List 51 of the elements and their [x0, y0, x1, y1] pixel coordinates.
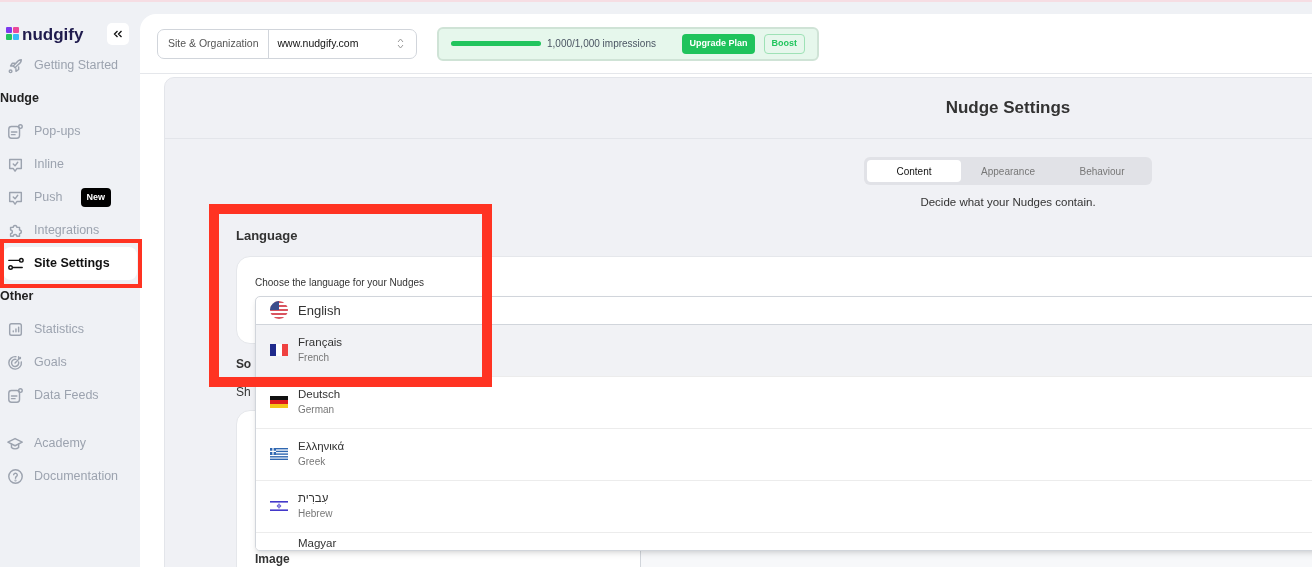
france-flag-icon	[270, 344, 288, 357]
tab[interactable]: Content	[867, 160, 961, 182]
site-selector[interactable]: Site & Organization www.nudgify.com	[157, 28, 417, 59]
double-chevron-left-icon	[113, 30, 123, 38]
impressions-count: 1,000/1,000 impressions	[547, 37, 656, 51]
section-heading: Other	[0, 288, 35, 306]
collapse-button[interactable]	[107, 23, 129, 45]
field-label: Choose the language for your Nudges	[255, 275, 425, 290]
tab[interactable]: Appearance	[961, 160, 1055, 182]
rocket-icon	[7, 57, 24, 74]
graduation-cap-icon	[7, 435, 24, 452]
note-icon	[7, 387, 24, 404]
target-icon	[7, 354, 24, 371]
sidebar-item[interactable]: Goals	[3, 346, 137, 379]
language-option[interactable]: Ελληνικά Greek	[256, 428, 1312, 481]
new-badge: New	[80, 187, 111, 208]
sidebar-item[interactable]: Getting Started	[3, 49, 137, 82]
sidebar-item[interactable]: Push New	[3, 181, 137, 214]
sidebar-item[interactable]: Site Settings	[3, 247, 137, 280]
section-description: Sh	[236, 383, 251, 400]
sidebar-item[interactable]: Integrations	[3, 214, 137, 247]
selected-language[interactable]: English	[256, 296, 1312, 325]
sliders-icon	[7, 255, 24, 272]
note-icon	[7, 123, 24, 140]
sidebar-item[interactable]: Inline	[3, 148, 137, 181]
field-label: Image	[255, 551, 290, 566]
brand-name: nudgify	[22, 25, 84, 43]
sidebar-item[interactable]: Academy	[3, 427, 137, 460]
boost-button[interactable]: Boost	[763, 33, 805, 54]
up-down-chevron-icon	[397, 38, 404, 49]
section-heading: Language	[236, 227, 299, 246]
chat-check-icon	[7, 189, 24, 206]
section-heading: So	[236, 355, 251, 372]
us-flag-icon	[270, 301, 288, 320]
page-title: Nudge Settings	[945, 97, 1071, 120]
chat-check-icon	[7, 156, 24, 173]
tab[interactable]: Behaviour	[1055, 160, 1149, 182]
logo-icon	[6, 27, 20, 41]
upgrade-button[interactable]: Upgrade Plan	[682, 33, 755, 54]
greece-flag-icon	[270, 448, 288, 461]
sidebar-item[interactable]: Pop-ups	[3, 115, 137, 148]
sidebar-item[interactable]: Documentation	[3, 460, 137, 493]
chart-icon	[7, 321, 24, 338]
sidebar-item[interactable]: Data Feeds	[3, 379, 137, 412]
tab-description: Decide what your Nudges contain.	[919, 195, 1097, 210]
sidebar-item[interactable]: Statistics	[3, 313, 137, 346]
israel-flag-icon	[270, 500, 288, 513]
germany-flag-icon	[270, 396, 288, 409]
help-icon	[7, 468, 24, 485]
language-option[interactable]: Français French	[256, 324, 1312, 377]
section-heading: Nudge	[0, 90, 40, 108]
